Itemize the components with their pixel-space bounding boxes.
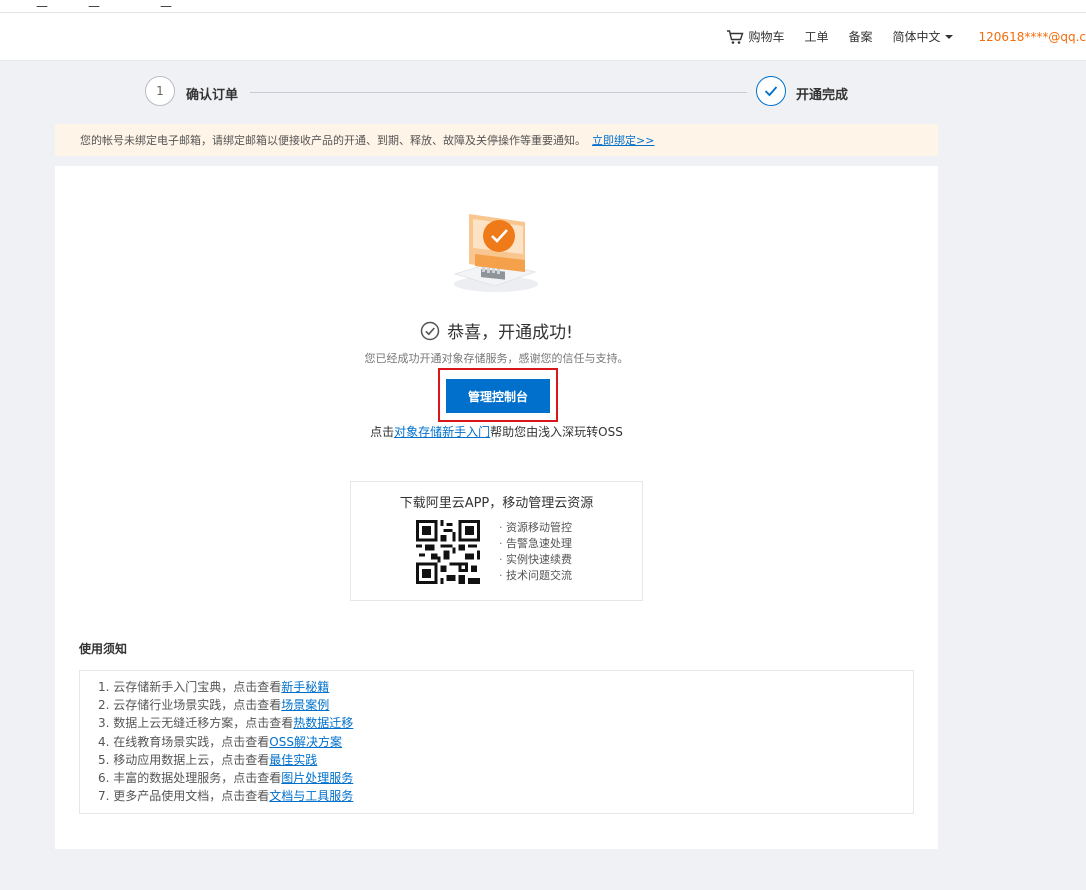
usage-item: 3. 数据上云无缝迁移方案，点击查看热数据迁移 xyxy=(98,714,913,732)
usage-item-text: 3. 数据上云无缝迁移方案，点击查看 xyxy=(98,716,294,731)
success-card: 恭喜，开通成功! 您已经成功开通对象存储服务，感谢您的信任与支持。 管理控制台 … xyxy=(55,166,938,849)
success-subtitle: 您已经成功开通对象存储服务，感谢您的信任与支持。 xyxy=(364,352,629,365)
usage-item-link[interactable]: 最佳实践 xyxy=(269,753,317,767)
usage-item-text: 5. 移动应用数据上云，点击查看 xyxy=(98,752,270,767)
usage-item: 1. 云存储新手入门宝典，点击查看新手秘籍 xyxy=(98,678,913,696)
order-steps: 1 确认订单 开通完成 xyxy=(145,76,855,110)
ticket-link[interactable]: 工单 xyxy=(804,28,828,45)
email-notice-bar: 您的帐号未绑定电子邮箱，请绑定邮箱以便接收产品的开通、到期、释放、故障及关停操作… xyxy=(55,124,938,156)
cart-icon xyxy=(727,29,744,44)
step-1-label: 确认订单 xyxy=(186,88,239,103)
app-feature-item: 技术问题交流 xyxy=(499,568,572,584)
success-title: 恭喜，开通成功! xyxy=(55,318,938,343)
step-connector xyxy=(250,92,747,93)
check-icon xyxy=(764,86,778,97)
top-stub-1: 二 xyxy=(36,0,49,10)
step-2-label: 开通完成 xyxy=(796,88,849,103)
filing-label: 备案 xyxy=(848,30,873,44)
top-header: 购物车 工单 备案 简体中文 120618****@qq.c xyxy=(0,13,1086,61)
usage-item-link[interactable]: 新手秘籍 xyxy=(281,680,329,694)
usage-item: 7. 更多产品使用文档，点击查看文档与工具服务 xyxy=(98,787,913,805)
manage-console-button[interactable]: 管理控制台 xyxy=(446,379,550,413)
caret-down-icon xyxy=(944,34,953,39)
app-feature-item: 告警急速处理 xyxy=(499,536,572,552)
app-download-title: 下载阿里云APP，移动管理云资源 xyxy=(399,496,594,511)
step-1-number: 1 xyxy=(156,84,164,98)
usage-item-text: 4. 在线教育场景实践，点击查看 xyxy=(98,734,270,749)
success-illustration xyxy=(453,214,538,292)
notice-text: 您的帐号未绑定电子邮箱，请绑定邮箱以便接收产品的开通、到期、释放、故障及关停操作… xyxy=(80,134,586,147)
header-nav: 购物车 工单 备案 简体中文 120618****@qq.c xyxy=(726,13,1086,60)
cart-label: 购物车 xyxy=(748,30,785,44)
top-stub-3: 二 xyxy=(160,0,173,10)
filing-link[interactable]: 备案 xyxy=(849,28,873,45)
app-feature-list: 资源移动管控 告警急速处理 实例快速续费 技术问题交流 xyxy=(499,520,572,584)
cart-link[interactable]: 购物车 xyxy=(726,28,784,45)
usage-item-link[interactable]: 场景案例 xyxy=(281,698,329,712)
success-title-text: 恭喜，开通成功! xyxy=(447,323,573,343)
bind-email-link[interactable]: 立即绑定>> xyxy=(592,132,654,148)
usage-item-text: 2. 云存储行业场景实践，点击查看 xyxy=(98,698,282,713)
help-suffix: 帮助您由浅入深玩转OSS xyxy=(490,425,623,439)
user-label: 120618****@qq.c xyxy=(978,29,1086,44)
usage-item: 6. 丰富的数据处理服务，点击查看图片处理服务 xyxy=(98,769,913,787)
usage-item-link[interactable]: 图片处理服务 xyxy=(281,771,353,785)
help-line: 点击对象存储新手入门帮助您由浅入深玩转OSS xyxy=(55,423,938,440)
app-download-box: 下载阿里云APP，移动管理云资源 资源移动管控 告警急速处理 实例快速续费 技术… xyxy=(350,481,643,601)
ticket-label: 工单 xyxy=(804,30,829,44)
app-feature-item: 实例快速续费 xyxy=(499,552,572,568)
usage-item-link[interactable]: OSS解决方案 xyxy=(269,735,342,749)
usage-title: 使用须知 xyxy=(79,642,128,656)
browser-top-strip: 二 二 二 xyxy=(0,0,1086,13)
step-2-circle xyxy=(756,76,786,106)
usage-item-link[interactable]: 热数据迁移 xyxy=(293,716,353,730)
oss-beginner-link[interactable]: 对象存储新手入门 xyxy=(394,425,490,439)
help-prefix: 点击 xyxy=(370,425,395,439)
usage-list: 1. 云存储新手入门宝典，点击查看新手秘籍 2. 云存储行业场景实践，点击查看场… xyxy=(79,670,914,814)
usage-item-text: 7. 更多产品使用文档，点击查看 xyxy=(98,789,270,804)
usage-item: 5. 移动应用数据上云，点击查看最佳实践 xyxy=(98,751,913,769)
usage-item-text: 1. 云存储新手入门宝典，点击查看 xyxy=(98,680,282,694)
usage-item: 4. 在线教育场景实践，点击查看OSS解决方案 xyxy=(98,733,913,751)
qr-code-icon xyxy=(416,520,480,584)
user-account-link[interactable]: 120618****@qq.c xyxy=(979,30,1086,44)
app-feature-item: 资源移动管控 xyxy=(499,520,572,536)
top-stub-2: 二 xyxy=(88,0,101,10)
step-1-circle: 1 xyxy=(145,76,175,106)
usage-item-text: 6. 丰富的数据处理服务，点击查看 xyxy=(98,771,282,786)
language-dropdown[interactable]: 简体中文 xyxy=(893,28,953,45)
language-label: 简体中文 xyxy=(892,30,941,44)
usage-item: 2. 云存储行业场景实践，点击查看场景案例 xyxy=(98,696,913,714)
usage-item-link[interactable]: 文档与工具服务 xyxy=(269,789,353,803)
check-circle-icon xyxy=(420,321,440,340)
